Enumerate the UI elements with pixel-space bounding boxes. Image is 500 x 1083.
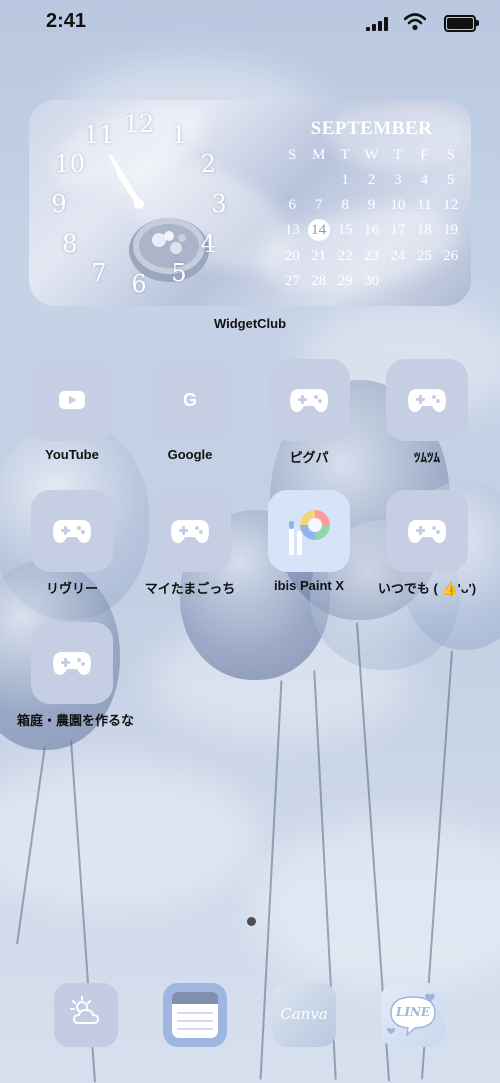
calendar-day: 18	[416, 222, 432, 238]
app-label: リヴリー	[45, 581, 98, 596]
calendar-day: 6	[288, 197, 296, 213]
gamepad-icon	[53, 652, 91, 675]
dock-canva-app[interactable]: Canva	[272, 983, 336, 1047]
status-bar: 2:41	[0, 0, 500, 46]
calendar-day: 15	[337, 222, 353, 238]
calendar-day: 5	[447, 172, 455, 188]
calendar-day: 3	[394, 172, 402, 188]
app-label: ピグパ	[289, 450, 329, 465]
calendar-weekday: S	[288, 147, 297, 163]
palette-icon	[289, 510, 330, 555]
calendar-day: 26	[443, 248, 459, 264]
youtube-icon	[59, 391, 85, 409]
app-icon-3[interactable]: ピグパ	[254, 359, 364, 466]
svg-text:G: G	[183, 390, 197, 410]
calendar-weekday: M	[311, 147, 326, 163]
calendar-day: 8	[341, 197, 349, 213]
app-icon-tile	[268, 490, 350, 572]
app-icon-tile	[386, 359, 468, 441]
gamepad-icon	[408, 520, 446, 543]
calendar-day	[279, 170, 305, 190]
app-icon-8[interactable]: いつでも ( 👍'ᴗ')	[372, 490, 482, 597]
app-icon-tile	[386, 490, 468, 572]
gamepad-icon	[408, 389, 446, 412]
calendar-weekday: F	[420, 147, 429, 163]
line-logo: LINE	[395, 1005, 431, 1019]
calendar-grid: S M T W T F S 1 2 3 4 5 6 7 8 9 10 11 12 13 14 15 16 17 18 19 20 21…	[279, 145, 464, 291]
app-label: Google	[167, 447, 213, 462]
calendar-day: 27	[284, 273, 300, 289]
calendar-weekday: S	[446, 147, 455, 163]
calendar-day: 19	[443, 222, 459, 238]
calendar-day: 7	[314, 197, 323, 213]
analog-clock: 12 1 2 3 4 5 6 7 8 9 10 11	[29, 100, 264, 306]
calendar-day: 21	[311, 248, 327, 264]
page-indicator-dot	[247, 917, 256, 926]
app-icon-tile: G	[149, 359, 231, 441]
calendar-day: 12	[443, 197, 459, 213]
clock-hands	[109, 155, 144, 209]
calendar-day: 13	[284, 222, 300, 238]
app-label: YouTube	[45, 447, 99, 462]
canva-logo: Canva	[280, 1005, 328, 1023]
status-time: 2:41	[46, 10, 87, 32]
clock-calendar-widget[interactable]: 12 1 2 3 4 5 6 7 8 9 10 11 SEPTEMBER SMTWTFS1234567…	[29, 100, 471, 306]
calendar-day: 11	[417, 197, 432, 213]
dock-notes-app[interactable]	[163, 983, 227, 1047]
app-icon-9[interactable]: 箱庭・農園を作るな	[17, 622, 135, 729]
app-icon-tile	[149, 490, 231, 572]
app-label: ibis Paint X	[273, 578, 345, 593]
app-icon-tile	[31, 359, 113, 441]
app-icon-1[interactable]: YouTube	[17, 359, 127, 462]
gamepad-icon	[53, 520, 91, 543]
app-label: マイたまごっち	[144, 581, 236, 596]
wifi-icon	[404, 13, 426, 31]
calendar-day: 23	[363, 248, 379, 264]
battery-icon	[444, 15, 479, 32]
calendar-weekday: T	[393, 147, 403, 163]
app-icon-5[interactable]: リヴリー	[17, 490, 127, 597]
calendar-day: 4	[420, 172, 429, 188]
calendar-day: 1	[341, 172, 349, 188]
dock-weather-app[interactable]	[54, 983, 118, 1047]
calendar-day: 30	[363, 273, 379, 289]
calendar-month: SEPTEMBER	[310, 118, 433, 139]
calendar-weekday: T	[340, 147, 350, 163]
app-icon-7[interactable]: ibis Paint X	[254, 490, 364, 593]
gamepad-icon	[171, 520, 209, 543]
calendar-day-today: 14	[307, 219, 330, 241]
cellular-signal-icon	[366, 17, 388, 31]
app-icon-tile	[31, 490, 113, 572]
gamepad-icon	[290, 389, 328, 412]
calendar-day: 24	[390, 248, 406, 264]
calendar-day: 25	[416, 248, 432, 264]
calendar-day: 20	[284, 248, 300, 264]
app-label: ﾂﾑﾂﾑ	[414, 450, 440, 465]
calendar: SEPTEMBER S M T W T F S 1 2 3 4 5 6 7 8 9 10 11 12 13 14 15 16…	[279, 118, 464, 291]
app-label: 箱庭・農園を作るな	[17, 713, 135, 728]
app-icon-tile	[31, 622, 113, 704]
dock-line-app[interactable]: LINE	[381, 983, 445, 1047]
calendar-day: 17	[390, 222, 406, 238]
app-label: いつでも ( 👍'ᴗ')	[377, 581, 477, 596]
calendar-day: 10	[390, 197, 406, 213]
calendar-day: 28	[311, 273, 327, 289]
app-icon-2[interactable]: G Google	[135, 359, 245, 462]
app-icon-6[interactable]: マイたまごっち	[135, 490, 245, 597]
calendar-day: 29	[337, 273, 353, 289]
app-icon-4[interactable]: ﾂﾑﾂﾑ	[372, 359, 482, 466]
calendar-day: 2	[367, 172, 376, 188]
calendar-day: 16	[363, 222, 379, 238]
calendar-day: 9	[367, 197, 376, 213]
calendar-day	[305, 170, 331, 190]
app-icon-tile	[268, 359, 350, 441]
notes-icon	[172, 992, 218, 1038]
calendar-weekday: W	[364, 147, 379, 163]
google-icon: G	[183, 390, 197, 410]
calendar-day: 22	[337, 248, 353, 264]
weather-cloud-sun-icon	[70, 996, 100, 1024]
widget-label: WidgetClub	[213, 316, 287, 331]
